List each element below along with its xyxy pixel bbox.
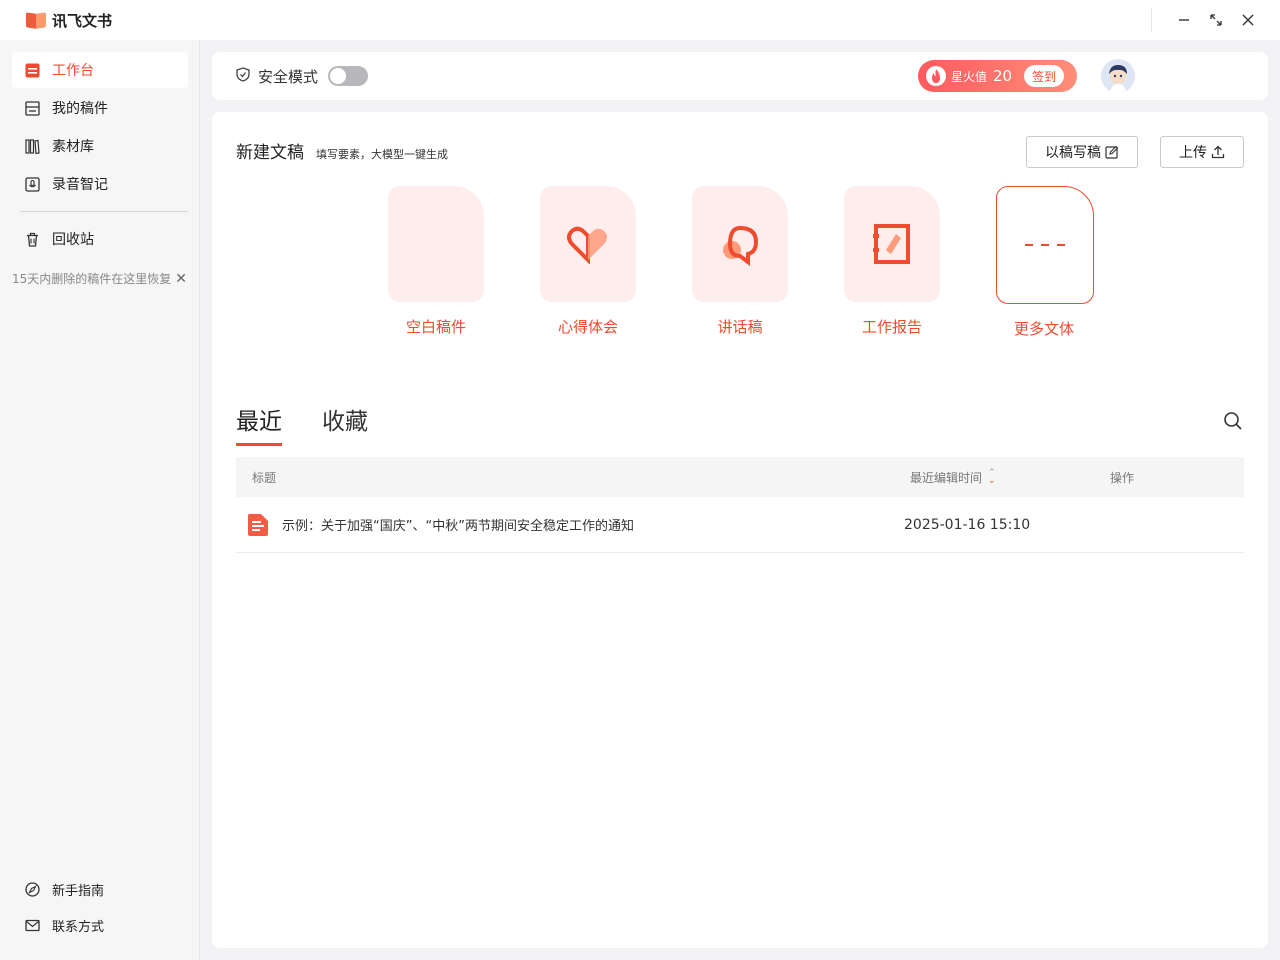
logo-icon <box>26 11 48 29</box>
sidebar-item-drafts[interactable]: 我的稿件 <box>12 90 188 126</box>
upload-button[interactable]: 上传 <box>1160 136 1244 168</box>
search-icon <box>1224 412 1242 430</box>
sort-icon: ⌃ ⌄ <box>988 468 996 486</box>
report-icon <box>844 186 940 302</box>
app-logo: 讯飞文书 <box>26 10 112 31</box>
upload-icon <box>1211 145 1225 159</box>
top-bar: 安全模式 星火值 20 签到 <box>212 52 1268 100</box>
doc-type-label: 空白稿件 <box>405 318 466 336</box>
row-title[interactable]: 示例：关于加强“国庆”、“中秋”两节期间安全稳定工作的通知 <box>282 515 634 534</box>
table-header: 标题 最近编辑时间 ⌃ ⌄ 操作 <box>236 457 1244 497</box>
minimize-button[interactable] <box>1174 10 1194 30</box>
app-title: 讯飞文书 <box>52 11 113 30</box>
rewrite-button-label: 以稿写稿 <box>1045 145 1101 161</box>
sidebar-item-label: 工作台 <box>52 63 94 79</box>
sidebar-item-label: 联系方式 <box>52 919 105 935</box>
mail-icon <box>24 917 40 933</box>
sidebar-item-label: 回收站 <box>52 232 94 248</box>
tab-recent[interactable]: 最近 <box>236 402 282 446</box>
table-row[interactable]: 示例：关于加强“国庆”、“中秋”两节期间安全稳定工作的通知 2025-01-16… <box>236 497 1244 553</box>
spark-label: 星火值 <box>951 69 988 84</box>
doc-type-blank[interactable]: 空白稿件 <box>388 186 484 337</box>
doc-tabs: 最近 收藏 <box>236 402 408 446</box>
spark-value: 20 <box>993 67 1013 85</box>
checkin-button[interactable]: 签到 <box>1024 65 1065 87</box>
speech-icon <box>692 186 788 302</box>
close-icon <box>1242 14 1254 26</box>
recycle-hint: 15天内删除的稿件在这里恢复 ✕ <box>12 270 187 287</box>
avatar[interactable] <box>1101 59 1135 93</box>
expand-icon <box>1210 14 1222 26</box>
sidebar-item-label: 素材库 <box>52 139 94 155</box>
sidebar-item-trash[interactable]: 回收站 <box>12 221 188 257</box>
maximize-button[interactable] <box>1206 10 1226 30</box>
heart-icon <box>540 186 636 302</box>
recording-icon <box>24 176 40 192</box>
sidebar-item-label: 录音智记 <box>52 177 108 193</box>
doc-type-label: 讲话稿 <box>717 318 763 336</box>
new-doc-header: 新建文稿 填写要素，大模型一键生成 <box>236 138 448 163</box>
close-button[interactable] <box>1238 10 1258 30</box>
column-edit-time-label: 最近编辑时间 <box>910 470 983 485</box>
column-actions: 操作 <box>1110 470 1135 485</box>
doc-type-more[interactable]: 更多文体 <box>996 186 1094 339</box>
search-button[interactable] <box>1223 411 1245 433</box>
doc-type-speech[interactable]: 讲话稿 <box>692 186 788 337</box>
drafts-icon <box>24 100 40 116</box>
spark-points-badge[interactable]: 星火值 20 签到 <box>918 60 1077 92</box>
rewrite-button[interactable]: 以稿写稿 <box>1026 136 1138 168</box>
column-title: 标题 <box>252 470 277 485</box>
recycle-hint-text: 15天内删除的稿件在这里恢复 <box>12 272 172 286</box>
avatar-image <box>1101 59 1135 93</box>
trash-icon <box>24 231 40 247</box>
sidebar-item-label: 我的稿件 <box>52 101 108 117</box>
compass-icon <box>24 881 40 897</box>
workbench-icon <box>24 62 40 78</box>
doc-type-label: 更多文体 <box>1013 320 1074 338</box>
sidebar-item-workbench[interactable]: 工作台 <box>12 52 188 88</box>
sidebar-item-library[interactable]: 素材库 <box>12 128 188 164</box>
upload-button-label: 上传 <box>1179 145 1207 161</box>
doc-type-reflection[interactable]: 心得体会 <box>540 186 636 337</box>
title-bar: 讯飞文书 <box>0 0 1280 40</box>
sidebar-item-label: 新手指南 <box>52 883 105 899</box>
sidebar-item-contact[interactable]: 联系方式 <box>12 907 188 943</box>
row-time: 2025-01-16 15:10 <box>904 516 1031 533</box>
safe-mode-label: 安全模式 <box>258 67 319 86</box>
new-doc-subtitle: 填写要素，大模型一键生成 <box>316 148 448 161</box>
sidebar-item-recording[interactable]: 录音智记 <box>12 166 188 202</box>
column-edit-time[interactable]: 最近编辑时间 ⌃ ⌄ <box>910 469 996 486</box>
flame-icon <box>926 66 946 86</box>
minimize-icon <box>1179 19 1189 21</box>
sidebar-item-guide[interactable]: 新手指南 <box>12 871 188 907</box>
doc-type-label: 工作报告 <box>861 318 922 336</box>
tab-favorites[interactable]: 收藏 <box>322 402 368 442</box>
close-hint-icon[interactable]: ✕ <box>175 271 187 287</box>
shield-icon <box>236 66 250 86</box>
doc-type-report[interactable]: 工作报告 <box>844 186 940 337</box>
sidebar: 工作台 我的稿件 素材库 录音智记 回收站 15天内删除的稿件在这里恢复 ✕ 新… <box>0 40 200 960</box>
window-divider <box>1151 8 1152 32</box>
more-icon <box>996 186 1094 304</box>
safe-mode: 安全模式 <box>236 52 369 100</box>
library-icon <box>24 138 40 154</box>
blank-doc-icon <box>388 186 484 302</box>
main-panel: 新建文稿 填写要素，大模型一键生成 以稿写稿 上传 空白稿件 心得体会 讲话稿 … <box>212 112 1268 948</box>
safe-mode-toggle[interactable] <box>328 66 369 86</box>
new-doc-title: 新建文稿 <box>236 143 304 163</box>
doc-type-label: 心得体会 <box>557 318 618 336</box>
document-icon <box>248 514 268 536</box>
edit-icon <box>1105 145 1119 159</box>
sidebar-divider <box>20 211 188 212</box>
